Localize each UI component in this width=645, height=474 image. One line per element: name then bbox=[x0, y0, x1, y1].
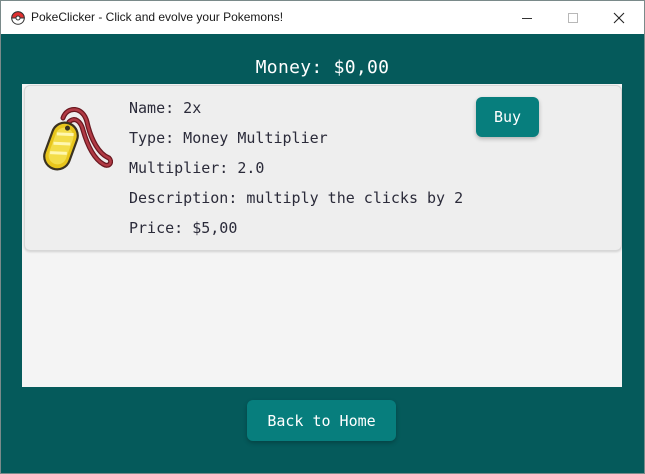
item-type: Type: Money Multiplier bbox=[129, 129, 328, 147]
window-title: PokeClicker - Click and evolve your Poke… bbox=[31, 10, 284, 24]
close-button[interactable] bbox=[596, 1, 642, 34]
minimize-icon bbox=[522, 17, 532, 19]
app-window: PokeClicker - Click and evolve your Poke… bbox=[0, 0, 645, 474]
close-icon bbox=[613, 12, 625, 23]
amulet-coin-icon bbox=[43, 107, 113, 171]
item-description: Description: multiply the clicks by 2 bbox=[129, 189, 464, 207]
back-to-home-button[interactable]: Back to Home bbox=[247, 400, 396, 441]
shop-item-list[interactable]: Name: 2x Type: Money Multiplier Multipli… bbox=[22, 84, 622, 387]
minimize-button[interactable] bbox=[504, 1, 550, 34]
shop-item-card: Name: 2x Type: Money Multiplier Multipli… bbox=[24, 85, 622, 251]
maximize-icon bbox=[568, 12, 578, 23]
title-bar[interactable]: PokeClicker - Click and evolve your Poke… bbox=[1, 1, 644, 34]
item-multiplier: Multiplier: 2.0 bbox=[129, 159, 265, 177]
maximize-button[interactable] bbox=[550, 1, 596, 34]
money-display: Money: $0,00 bbox=[255, 57, 390, 78]
buy-button[interactable]: Buy bbox=[476, 97, 539, 137]
item-price: Price: $5,00 bbox=[129, 219, 238, 237]
pokeball-icon bbox=[11, 11, 25, 25]
item-name: Name: 2x bbox=[129, 99, 202, 117]
